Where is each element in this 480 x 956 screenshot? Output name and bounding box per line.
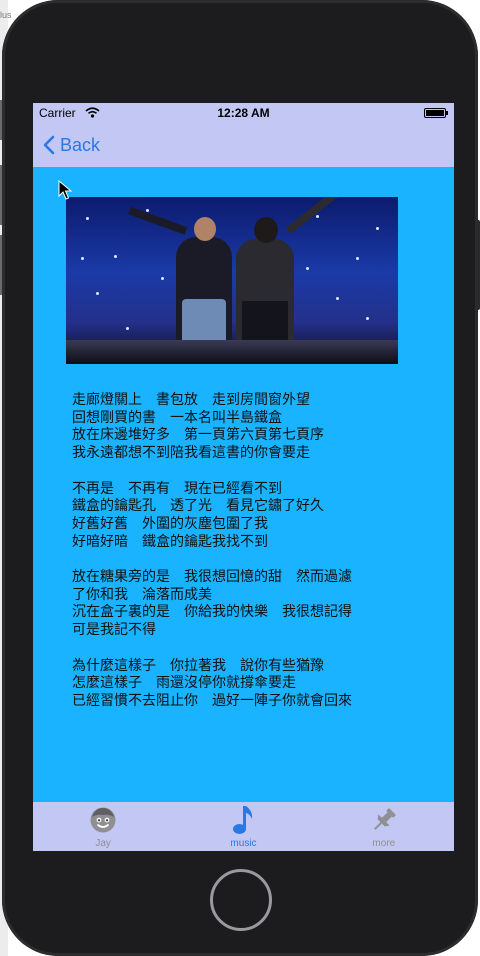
status-bar: Carrier 12:28 AM [33, 103, 454, 123]
battery-icon [424, 108, 448, 118]
lyrics-paragraph: 放在糖果旁的是 我很想回憶的甜 然而過濾 了你和我 淪落而成美 沉在盒子裏的是 … [72, 569, 352, 639]
tab-jay[interactable]: Jay [33, 802, 173, 851]
home-button[interactable] [210, 869, 272, 931]
tab-more[interactable]: more [314, 802, 454, 851]
lyrics-text: 走廊燈關上 書包放 走到房間窗外望 回想剛買的書 一本名叫半島鐵盒 放在床邊堆好… [72, 392, 422, 728]
tab-label: Jay [95, 838, 111, 849]
scroll-content[interactable]: 走廊燈關上 書包放 走到房間窗外望 回想剛買的書 一本名叫半島鐵盒 放在床邊堆好… [33, 167, 454, 802]
music-note-icon [228, 804, 258, 836]
tab-label: music [230, 838, 257, 849]
mouse-cursor-icon [58, 180, 72, 200]
app-screen: Carrier 12:28 AM Back 走廊燈關上 書包放 走到房間窗外望 … [33, 103, 454, 851]
back-button[interactable]: Back [43, 133, 100, 157]
window-edge-text: lus [0, 10, 12, 20]
navigation-bar: Back [33, 123, 454, 167]
concert-photo [66, 197, 398, 364]
lyrics-paragraph: 走廊燈關上 書包放 走到房間窗外望 回想剛買的書 一本名叫半島鐵盒 放在床邊堆好… [72, 392, 324, 462]
tab-bar: Jay music more [33, 802, 454, 851]
pin-icon [369, 804, 399, 836]
status-time: 12:28 AM [217, 106, 270, 120]
face-icon [88, 804, 118, 836]
tab-label: more [372, 838, 396, 849]
lyrics-paragraph: 為什麼這樣子 你拉著我 說你有些猶豫 怎麼這樣子 雨還沒停你就撐傘要走 已經習慣… [72, 657, 352, 709]
chevron-left-icon [43, 135, 55, 155]
battery-cap [446, 111, 448, 115]
back-label: Back [60, 134, 101, 155]
lyrics-paragraph: 不再是 不再有 現在已經看不到 鐵盒的鑰匙孔 透了光 看見它鏽了好久 好舊好舊 … [72, 480, 324, 550]
tab-music[interactable]: music [173, 802, 313, 851]
battery-fill [426, 110, 444, 116]
side-button [476, 220, 480, 310]
